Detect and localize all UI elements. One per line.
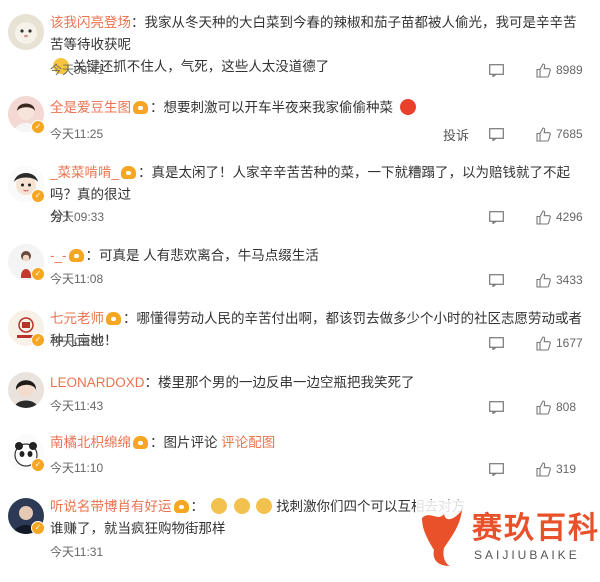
timestamp: 今天11:43 [50, 399, 104, 413]
like-count: 4296 [556, 210, 583, 224]
username[interactable]: 该我闪亮登场 [50, 15, 131, 30]
comment-text: 图片评论 [163, 435, 218, 450]
avatar[interactable] [8, 14, 44, 50]
comment-text: 可真是 人有悲欢离合，牛马点缀生活 [99, 248, 319, 263]
verified-badge-icon: ✓ [31, 189, 45, 203]
report-button[interactable]: 投诉 [443, 125, 469, 144]
image-comment-link[interactable]: 评论配图 [221, 435, 275, 450]
colon: ： [138, 165, 152, 180]
verified-badge-icon: ✓ [31, 333, 45, 347]
comment-body: 全是爱豆生图 ：想要刺激可以开车半夜来我家偷偷种菜 [50, 97, 586, 119]
comment-actions: 4296 [489, 208, 586, 226]
timestamp: 今天08:41 [50, 63, 105, 77]
like-icon[interactable] [536, 399, 551, 415]
comment-text: 楼里那个男的一边反串一边空瓶把我笑死了 [158, 375, 415, 390]
red-envelope-emoji-icon [399, 99, 416, 115]
comment-text: 想要刺激可以开车半夜来我家偷偷种菜 [163, 100, 394, 115]
like-count: 3433 [556, 273, 583, 287]
verified-badge-icon: ✓ [31, 521, 45, 535]
fan-badge-icon [106, 312, 121, 325]
colon: ： [150, 435, 164, 450]
watermark-cn: 赛玖百科 [472, 512, 600, 545]
like-icon[interactable] [536, 209, 551, 225]
reply-icon[interactable] [489, 273, 504, 287]
colon: ： [123, 311, 137, 326]
timestamp: 今天11:08 [50, 272, 104, 286]
like-count: 808 [556, 400, 577, 414]
reply-icon[interactable] [489, 127, 504, 141]
colon: ： [131, 15, 145, 30]
colon: ： [144, 375, 159, 390]
timestamp: 今天09:57 [50, 335, 105, 349]
verified-badge-icon: ✓ [31, 267, 45, 281]
comment-body: LEONARDOXD：楼里那个男的一边反串一边空瓶把我笑死了 [50, 372, 586, 394]
comment-body: -_- ：可真是 人有悲欢离合，牛马点缀生活 [50, 245, 586, 267]
like-count: 319 [556, 462, 577, 476]
reply-icon[interactable] [489, 400, 504, 414]
comment-text-cont: 关键还抓不住人，气死，这些人太没道德了 [72, 59, 330, 74]
verified-badge-icon: ✓ [31, 458, 45, 472]
like-count: 1677 [556, 336, 583, 350]
fan-badge-icon [68, 249, 84, 262]
like-icon[interactable] [536, 335, 551, 351]
colon: ： [190, 499, 205, 514]
reply-icon[interactable] [489, 462, 504, 476]
dog-emoji-icon [233, 498, 250, 514]
colon: ： [150, 100, 164, 115]
avatar[interactable] [8, 372, 44, 408]
fan-badge-icon [121, 166, 137, 179]
comment-actions: 3433 [489, 271, 586, 289]
fan-badge-icon [173, 500, 189, 513]
like-icon[interactable] [536, 461, 551, 477]
like-icon[interactable] [536, 126, 551, 142]
username[interactable]: LEONARDOXD [50, 375, 145, 390]
timestamp: 今天11:31 [50, 545, 104, 559]
username[interactable]: 七元老师 [50, 311, 104, 326]
username[interactable]: -_- [50, 248, 67, 263]
dog-emoji-icon [256, 498, 273, 514]
username[interactable]: 南橘北枳绵绵 [50, 435, 131, 450]
timestamp: 今天11:10 [50, 461, 104, 475]
comment-actions: 808 [489, 398, 586, 416]
dog-emoji-icon [210, 498, 227, 514]
fan-badge-icon [133, 436, 148, 449]
like-count: 7685 [556, 127, 583, 141]
comment-actions: 319 [489, 460, 586, 478]
watermark: 赛玖百科 SAIJIUBAIKE [416, 500, 600, 570]
reply-icon[interactable] [489, 210, 504, 224]
comment-actions: 投诉 7685 [443, 125, 586, 143]
comment-text-cont: 谁赚了，就当疯狂购物街那样 [50, 521, 226, 536]
fan-badge-icon [133, 101, 148, 114]
timestamp: 今天11:25 [50, 127, 104, 141]
username[interactable]: _菜菜啃啃_ [50, 165, 119, 180]
colon: ： [85, 248, 100, 263]
verified-badge-icon: ✓ [31, 120, 45, 134]
reply-icon[interactable] [489, 63, 504, 77]
reply-icon[interactable] [489, 336, 504, 350]
username[interactable]: 听说名带博肖有好运 [50, 499, 172, 514]
comment-actions: 8989 [489, 61, 586, 79]
like-icon[interactable] [536, 62, 551, 78]
comment-actions: 1677 [489, 334, 586, 352]
timestamp: 今天09:33 [50, 210, 105, 224]
like-icon[interactable] [536, 272, 551, 288]
like-count: 8989 [556, 63, 583, 77]
watermark-en: SAIJIUBAIKE [474, 548, 580, 562]
username[interactable]: 全是爱豆生图 [50, 100, 131, 115]
comment-body: 南橘北枳绵绵 ：图片评论 评论配图 [50, 432, 586, 454]
